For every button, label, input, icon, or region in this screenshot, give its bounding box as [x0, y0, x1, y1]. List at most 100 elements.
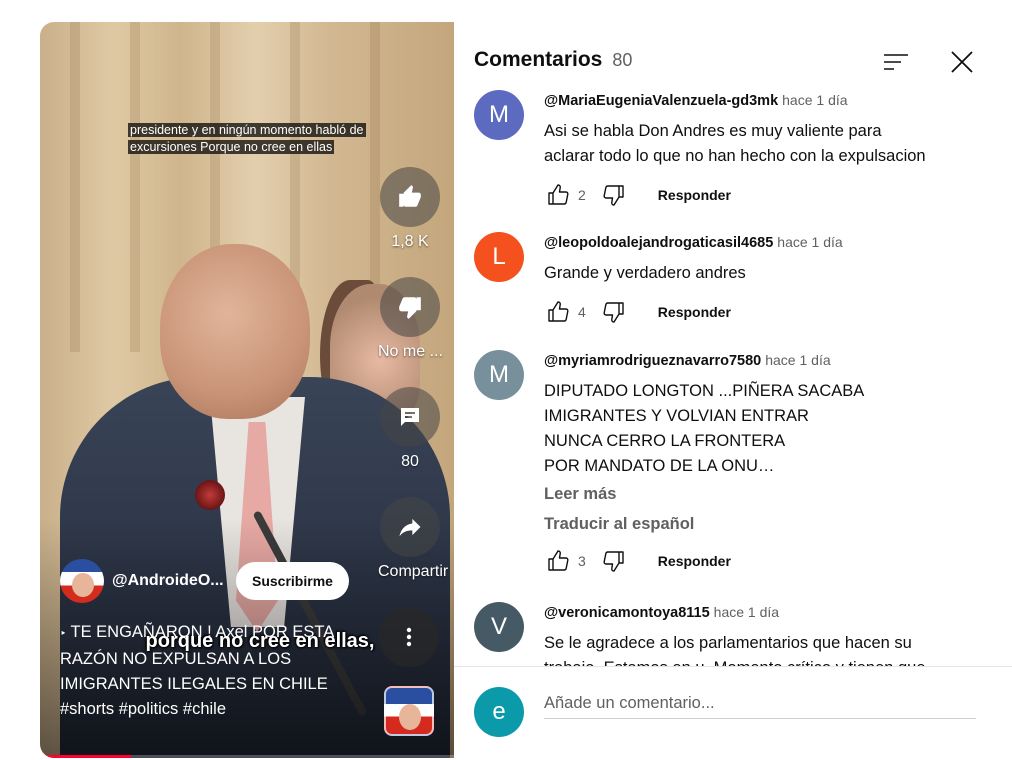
- comments-list[interactable]: M @MariaEugeniaValenzuela-gd3mk hace 1 dí…: [474, 82, 994, 666]
- progress-fill: [40, 755, 132, 758]
- caption-line-2: excursiones Porque no cree en ellas: [128, 140, 335, 154]
- channel-avatar[interactable]: [60, 559, 104, 603]
- comment-like-count: 2: [578, 187, 586, 203]
- comment-avatar[interactable]: M: [474, 90, 524, 140]
- thumbs-down-outline-icon: [603, 302, 624, 323]
- comment-author[interactable]: @MariaEugeniaValenzuela-gd3mk: [544, 93, 778, 109]
- comments-action: 80: [378, 387, 442, 471]
- comment-icon: [401, 408, 419, 426]
- comment-text-line: IMIGRANTES Y VOLVIAN ENTRAR: [544, 407, 809, 425]
- thumbs-up-outline-icon: [548, 550, 569, 571]
- reply-button[interactable]: Responder: [658, 553, 731, 569]
- like-count: 1,8 K: [391, 233, 429, 250]
- share-arrow-icon: [399, 518, 421, 537]
- comment-time[interactable]: hace 1 día: [765, 352, 830, 368]
- share-action: Compartir: [378, 497, 449, 581]
- thumbs-down-icon: [399, 297, 421, 319]
- video-title-text: TE ENGAÑARON ! Axel POR ESTA RAZÓN NO EX…: [60, 623, 334, 718]
- translate-link[interactable]: Traducir al español: [544, 509, 994, 539]
- comment-text: Asi se habla Don Andres es muy valiente …: [544, 119, 994, 169]
- comment-text-line: trabajo. Estamos en u. Momento crítico y…: [544, 656, 994, 666]
- title-prefix-icon: ‣: [60, 628, 67, 640]
- comment-author[interactable]: @myriamrodrigueznavarro7580: [544, 353, 761, 369]
- channel-name[interactable]: @AndroideO...: [112, 572, 232, 590]
- caption-line-1: presidente y en ningún momento habló de: [128, 123, 366, 137]
- comment-avatar[interactable]: L: [474, 232, 524, 282]
- comment-avatar[interactable]: M: [474, 350, 524, 400]
- add-comment-input[interactable]: [544, 689, 976, 719]
- background-curtain: [130, 22, 140, 352]
- comments-header: Comentarios 80: [474, 42, 992, 78]
- progress-bar[interactable]: [40, 755, 454, 758]
- channel-avatar-face: [72, 573, 94, 597]
- video-caption-overlay: presidente y en ningún momento habló de …: [128, 122, 398, 156]
- comment-time[interactable]: hace 1 día: [782, 92, 847, 108]
- panel-title: Comentarios: [474, 48, 603, 71]
- dislike-button[interactable]: [380, 277, 440, 337]
- comment-header: @leopoldoalejandrogaticasil4685 hace 1 dí…: [544, 232, 994, 253]
- user-avatar[interactable]: e: [474, 687, 524, 737]
- share-label: Compartir: [378, 563, 449, 580]
- comment-dislike-button[interactable]: [600, 181, 628, 209]
- more-options-button[interactable]: [379, 607, 439, 667]
- background-curtain: [70, 22, 80, 352]
- more-vert-icon: [406, 627, 412, 647]
- comment-like-button[interactable]: [544, 181, 572, 209]
- reply-button[interactable]: Responder: [658, 187, 731, 203]
- speaker-head: [160, 244, 310, 419]
- dislike-action: No me ...: [378, 277, 443, 361]
- microphone-head: [195, 480, 225, 510]
- comment-actions: 2 Responder: [544, 177, 994, 213]
- comment-time[interactable]: hace 1 día: [714, 604, 779, 620]
- like-button[interactable]: [380, 167, 440, 227]
- comment-like-count: 3: [578, 553, 586, 569]
- comment-header: @MariaEugeniaValenzuela-gd3mk hace 1 día: [544, 90, 994, 111]
- comment-author[interactable]: @leopoldoalejandrogaticasil4685: [544, 235, 773, 251]
- close-icon: [951, 51, 973, 73]
- dislike-label: No me ...: [378, 343, 443, 360]
- comment-text-line: POR MANDATO DE LA ONU…: [544, 457, 775, 475]
- thumbs-up-icon: [399, 185, 421, 207]
- sound-thumbnail[interactable]: [384, 686, 434, 736]
- comment-text-line: Grande y verdadero andres: [544, 264, 746, 282]
- close-button[interactable]: [942, 46, 982, 78]
- sort-button[interactable]: [876, 46, 916, 78]
- thumbs-up-outline-icon: [548, 184, 569, 205]
- reply-button[interactable]: Responder: [658, 304, 731, 320]
- comments-panel: Comentarios 80 M @MariaEugeniaValenzuela…: [454, 22, 1012, 758]
- comment-like-button[interactable]: [544, 547, 572, 575]
- thumbs-down-outline-icon: [603, 551, 624, 572]
- shorts-page: presidente y en ningún momento habló de …: [0, 0, 1012, 760]
- subscribe-button[interactable]: Suscribirme: [236, 562, 349, 600]
- comment-text: Se le agradece a los parlamentarios que …: [544, 631, 994, 666]
- comment-body: @leopoldoalejandrogaticasil4685 hace 1 dí…: [544, 232, 994, 330]
- comment-dislike-button[interactable]: [600, 547, 628, 575]
- comment-text-line: NUNCA CERRO LA FRONTERA: [544, 432, 786, 450]
- thumbs-down-outline-icon: [603, 185, 624, 206]
- comment-author[interactable]: @veronicamontoya8115: [544, 605, 710, 621]
- sound-thumbnail-face: [399, 704, 421, 730]
- comment-body: @MariaEugeniaValenzuela-gd3mk hace 1 día …: [544, 90, 994, 213]
- comment-body: @veronicamontoya8115 hace 1 día Se le agr…: [544, 602, 994, 666]
- comment-text-line: Se le agradece a los parlamentarios que …: [544, 634, 912, 652]
- comment-text-line: aclarar todo lo que no han hecho con la …: [544, 147, 926, 165]
- comment-text: DIPUTADO LONGTON ...PIÑERA SACABA IMIGRA…: [544, 379, 994, 479]
- comment-text-line: Asi se habla Don Andres es muy valiente …: [544, 122, 882, 140]
- comments-count: 80: [401, 453, 419, 470]
- comment-header: @myriamrodrigueznavarro7580 hace 1 día: [544, 350, 994, 371]
- comment-like-button[interactable]: [544, 298, 572, 326]
- comment-actions: 3 Responder: [544, 543, 994, 579]
- comments-button[interactable]: [380, 387, 440, 447]
- share-button[interactable]: [380, 497, 440, 557]
- comment-avatar[interactable]: V: [474, 602, 524, 652]
- comment-time[interactable]: hace 1 día: [777, 234, 842, 250]
- read-more-link[interactable]: Leer más: [544, 479, 994, 509]
- like-action: 1,8 K: [378, 167, 442, 251]
- comment-actions: 4 Responder: [544, 294, 994, 330]
- video-player[interactable]: presidente y en ningún momento habló de …: [40, 22, 454, 758]
- video-title[interactable]: ‣ TE ENGAÑARON ! Axel POR ESTA RAZÓN NO E…: [60, 620, 350, 722]
- thumbs-up-outline-icon: [548, 301, 569, 322]
- add-comment-bar: e: [454, 666, 1012, 758]
- comment-dislike-button[interactable]: [600, 298, 628, 326]
- sort-icon: [884, 54, 908, 70]
